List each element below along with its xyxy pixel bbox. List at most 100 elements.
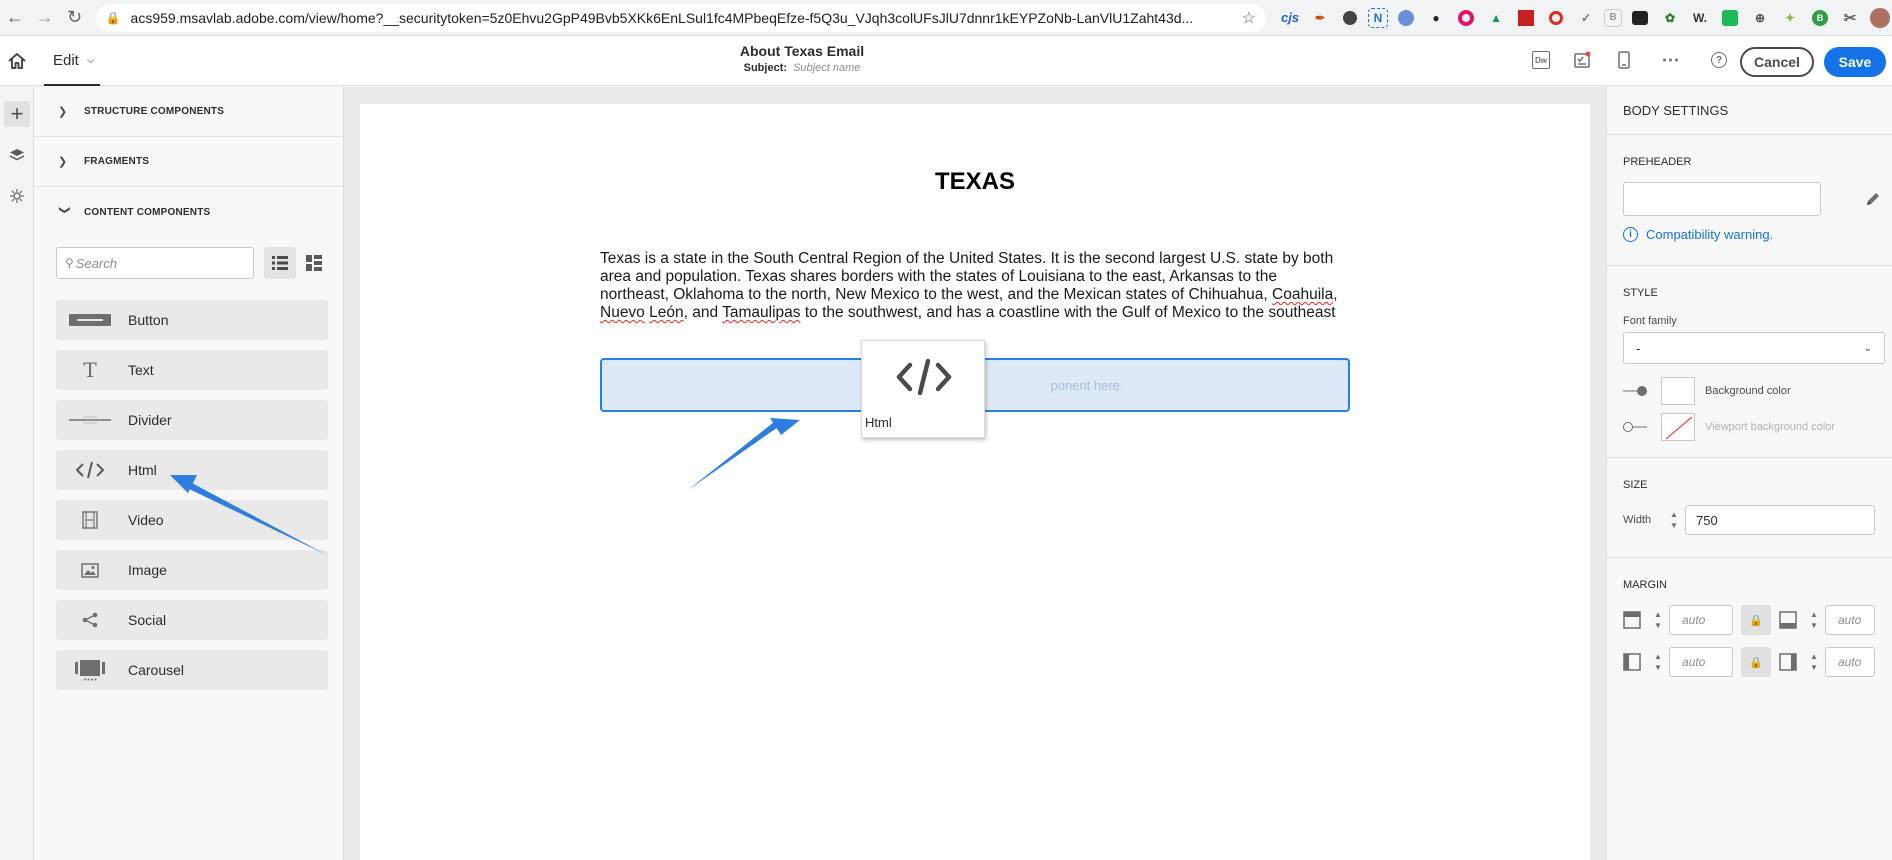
list-view-toggle[interactable] <box>264 247 296 279</box>
home-icon[interactable] <box>6 50 28 72</box>
check-extension-icon[interactable]: ✓ <box>1574 6 1598 30</box>
section-label: STRUCTURE COMPONENTS <box>84 106 225 117</box>
margin-left-stepper[interactable]: ▲ ▼ <box>1647 647 1669 677</box>
address-bar[interactable]: 🔒 acs959.msavlab.adobe.com/view/home?__s… <box>95 3 1267 32</box>
dragged-html-component[interactable]: Html <box>861 340 985 438</box>
margin-right-stepper[interactable]: ▲ ▼ <box>1803 647 1825 677</box>
component-social[interactable]: Social <box>56 600 328 640</box>
compatibility-warning-link[interactable]: i Compatibility warning. <box>1623 227 1773 242</box>
component-label: Divider <box>128 412 172 428</box>
circle-extension-icon[interactable] <box>1338 6 1362 30</box>
cancel-button[interactable]: Cancel <box>1740 47 1814 77</box>
margin-top-input[interactable]: auto <box>1669 605 1733 635</box>
email-body-text[interactable]: Texas is a state in the South Central Re… <box>600 250 1340 322</box>
bookmark-star-icon[interactable]: ☆ <box>1242 8 1256 28</box>
component-label: Carousel <box>128 662 185 678</box>
checklist-icon[interactable] <box>1571 49 1593 71</box>
content-components-section[interactable]: ❯ CONTENT COMPONENTS <box>34 187 344 237</box>
green-square-extension-icon[interactable] <box>1718 6 1742 30</box>
globe-extension-icon[interactable] <box>1394 6 1418 30</box>
divider <box>1607 557 1892 558</box>
body-settings-panel: BODY SETTINGS PREHEADER i Compatibility … <box>1606 87 1892 860</box>
green-b-extension-icon[interactable]: B <box>1808 6 1832 30</box>
assets-icon[interactable] <box>4 183 30 209</box>
width-stepper[interactable]: ▲ ▼ <box>1663 505 1685 535</box>
component-carousel[interactable]: Carousel <box>56 650 328 690</box>
g-extension-icon[interactable]: ⊕ <box>1748 6 1772 30</box>
component-text[interactable]: T Text <box>56 350 328 390</box>
mobile-preview-icon[interactable] <box>1613 49 1635 71</box>
structure-components-section[interactable]: ❯ STRUCTURE COMPONENTS <box>34 87 344 137</box>
margin-top-stepper[interactable]: ▲ ▼ <box>1647 605 1669 635</box>
component-search-input[interactable]: ⚲ Search <box>56 247 254 279</box>
font-family-select[interactable]: - ⌄ <box>1623 332 1885 364</box>
ring-extension-icon[interactable] <box>1544 6 1568 30</box>
viewport-bg-swatch[interactable] <box>1661 413 1695 441</box>
width-input[interactable]: 750 <box>1685 505 1875 535</box>
url-text: acs959.msavlab.adobe.com/view/home?__sec… <box>130 9 1194 26</box>
dragged-component-label: Html <box>865 415 892 430</box>
component-label: Html <box>128 462 157 478</box>
component-video[interactable]: Video <box>56 500 328 540</box>
spy-extension-icon[interactable]: ● <box>1424 6 1448 30</box>
margin-bottom-icon <box>1779 611 1797 629</box>
reload-icon[interactable]: ↻ <box>60 3 90 33</box>
chevron-down-icon: ⌄ <box>1863 342 1872 354</box>
b-extension-icon[interactable]: B <box>1604 8 1623 27</box>
misspelled-word: León <box>649 304 684 321</box>
background-color-swatch[interactable] <box>1661 377 1695 405</box>
red-square-extension-icon[interactable] <box>1514 6 1538 30</box>
margin-right-input[interactable]: auto <box>1825 647 1875 677</box>
w-extension-icon[interactable]: W. <box>1688 6 1712 30</box>
preheader-input[interactable] <box>1623 182 1821 216</box>
forward-icon[interactable]: → <box>30 3 60 33</box>
target-extension-icon[interactable] <box>1454 6 1478 30</box>
dark-extension-icon[interactable] <box>1628 6 1652 30</box>
edit-pencil-icon[interactable] <box>1864 190 1882 208</box>
viewport-bg-toggle[interactable] <box>1623 422 1651 432</box>
component-image[interactable]: Image <box>56 550 328 590</box>
style-label: STYLE <box>1623 287 1658 299</box>
email-heading[interactable]: TEXAS <box>360 168 1590 196</box>
cjs-extension-icon[interactable]: cjs <box>1278 6 1302 30</box>
background-color-toggle[interactable] <box>1623 386 1651 396</box>
back-icon[interactable]: ← <box>0 3 30 33</box>
subject-input[interactable]: Subject name <box>793 62 860 74</box>
subject-row[interactable]: Subject: Subject name <box>600 62 1004 74</box>
viewport-bg-label: Viewport background color <box>1705 421 1836 433</box>
margin-bottom-stepper[interactable]: ▲ ▼ <box>1803 605 1825 635</box>
drive-extension-icon[interactable]: ▲ <box>1484 6 1508 30</box>
margin-label: MARGIN <box>1623 579 1667 591</box>
component-label: Video <box>128 512 164 528</box>
section-label: CONTENT COMPONENTS <box>84 206 211 218</box>
margin-lock-button[interactable]: 🔒 <box>1741 605 1771 635</box>
pin-extension-icon[interactable]: ✦ <box>1778 6 1802 30</box>
margin-left-input[interactable]: auto <box>1669 647 1733 677</box>
save-button[interactable]: Save <box>1824 47 1886 77</box>
profile-avatar[interactable] <box>1868 6 1892 30</box>
component-button[interactable]: Button <box>56 300 328 340</box>
component-divider[interactable]: Divider <box>56 400 328 440</box>
n-extension-icon[interactable]: N <box>1368 7 1389 28</box>
info-icon: i <box>1623 227 1638 242</box>
puzzle-extension-icon[interactable]: ✂ <box>1838 6 1862 30</box>
margin-bottom-input[interactable]: auto <box>1825 605 1875 635</box>
layers-icon[interactable] <box>4 142 30 168</box>
fragments-section[interactable]: ❯ FRAGMENTS <box>34 137 344 187</box>
margin-lock-button[interactable]: 🔒 <box>1741 647 1771 677</box>
component-html[interactable]: Html <box>56 450 328 490</box>
margin-top-icon <box>1623 611 1641 629</box>
font-family-value: - <box>1636 340 1641 356</box>
component-label: Social <box>128 612 167 628</box>
leaf-extension-icon[interactable]: ✿ <box>1658 6 1682 30</box>
help-icon[interactable]: ? <box>1708 49 1730 71</box>
edit-menu[interactable]: Edit ⌵ <box>44 36 100 86</box>
more-options-icon[interactable]: ⋯ <box>1660 49 1682 71</box>
viewport-bg-row: Viewport background color <box>1623 413 1835 441</box>
pen-extension-icon[interactable]: ✒ <box>1308 6 1332 30</box>
grid-view-toggle[interactable] <box>298 247 330 279</box>
dreamweaver-icon[interactable]: Dw <box>1530 49 1552 71</box>
chevron-right-icon: ❯ <box>58 156 68 168</box>
app-header: Edit ⌵ About Texas Email Subject: Subjec… <box>0 36 1892 86</box>
add-components-icon[interactable]: + <box>4 101 30 127</box>
